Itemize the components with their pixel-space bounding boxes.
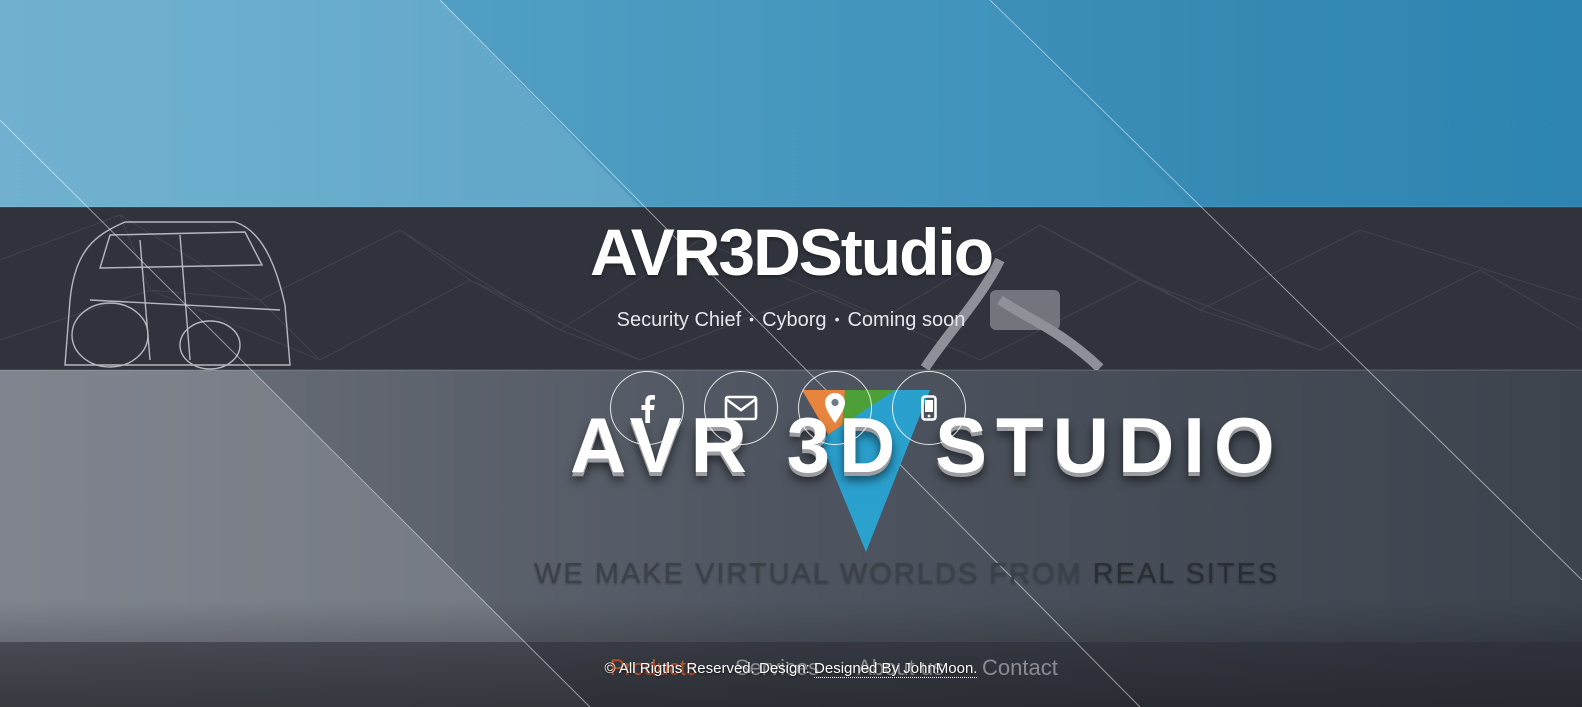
site-title: AVR3DStudio <box>589 215 994 289</box>
separator-dot: • <box>749 311 755 327</box>
phone-button[interactable] <box>892 371 966 445</box>
location-button[interactable] <box>798 371 872 445</box>
subtitle-item: Cyborg <box>762 309 827 331</box>
subtitle-item: Security Chief <box>616 309 742 331</box>
designer-link[interactable]: Designed By JohnMoon. <box>814 660 978 678</box>
tagline-part-bold: REAL SITES <box>1092 558 1280 590</box>
envelope-icon <box>724 395 758 421</box>
subtitle-item: Coming soon <box>847 309 966 331</box>
map-marker-icon <box>825 393 845 423</box>
subtitle: Security Chief • Cyborg • Coming soon <box>0 309 1582 332</box>
background-artwork <box>0 0 1582 707</box>
mobile-phone-icon <box>921 395 937 421</box>
separator-dot: • <box>834 311 840 327</box>
banner-tagline: WE MAKE VIRTUAL WORLDS FROM REAL SITES <box>534 558 1277 591</box>
email-button[interactable] <box>704 371 778 445</box>
facebook-icon <box>641 395 655 423</box>
copyright-text: © All Rigths Reserved. Design: <box>604 660 815 677</box>
footer-copyright: © All Rigths Reserved. Design: Designed … <box>0 660 1582 678</box>
tagline-part: WE MAKE VIRTUAL WORLDS FROM <box>534 558 1093 590</box>
social-buttons <box>610 371 966 445</box>
facebook-button[interactable] <box>610 371 684 445</box>
